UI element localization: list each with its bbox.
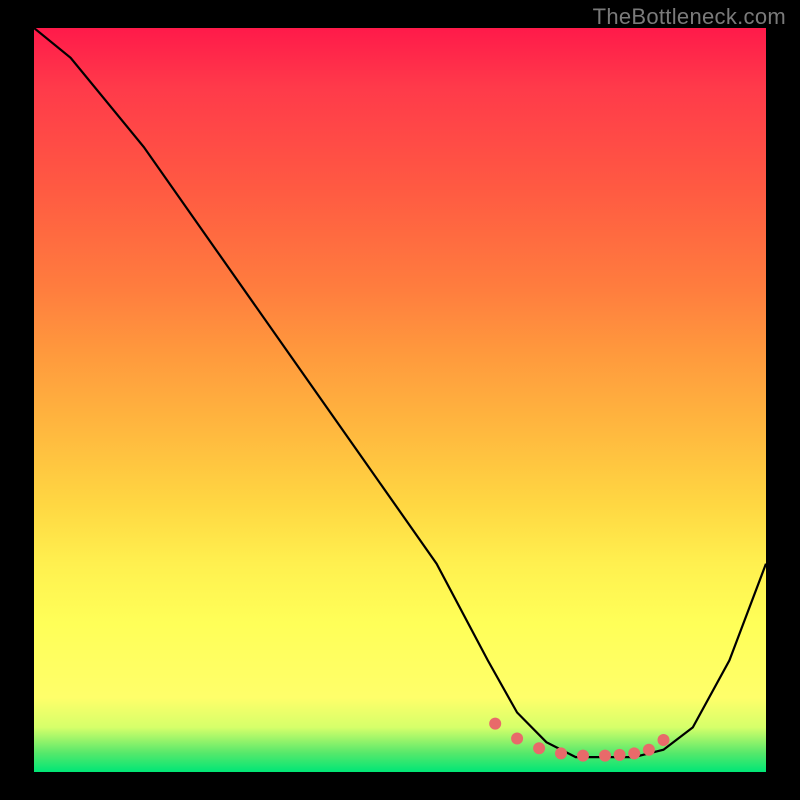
marker-dot (643, 744, 655, 756)
marker-dot (628, 747, 640, 759)
marker-dot (555, 747, 567, 759)
marker-dot (511, 733, 523, 745)
marker-dot (599, 750, 611, 762)
plot-area (34, 28, 766, 772)
marker-dot (614, 749, 626, 761)
marker-dot (533, 742, 545, 754)
chart-container: TheBottleneck.com (0, 0, 800, 800)
marker-dot (577, 750, 589, 762)
watermark-text: TheBottleneck.com (593, 4, 786, 30)
marker-dot (658, 734, 670, 746)
curve-line (34, 28, 766, 757)
marker-dot (489, 718, 501, 730)
chart-overlay (34, 28, 766, 772)
